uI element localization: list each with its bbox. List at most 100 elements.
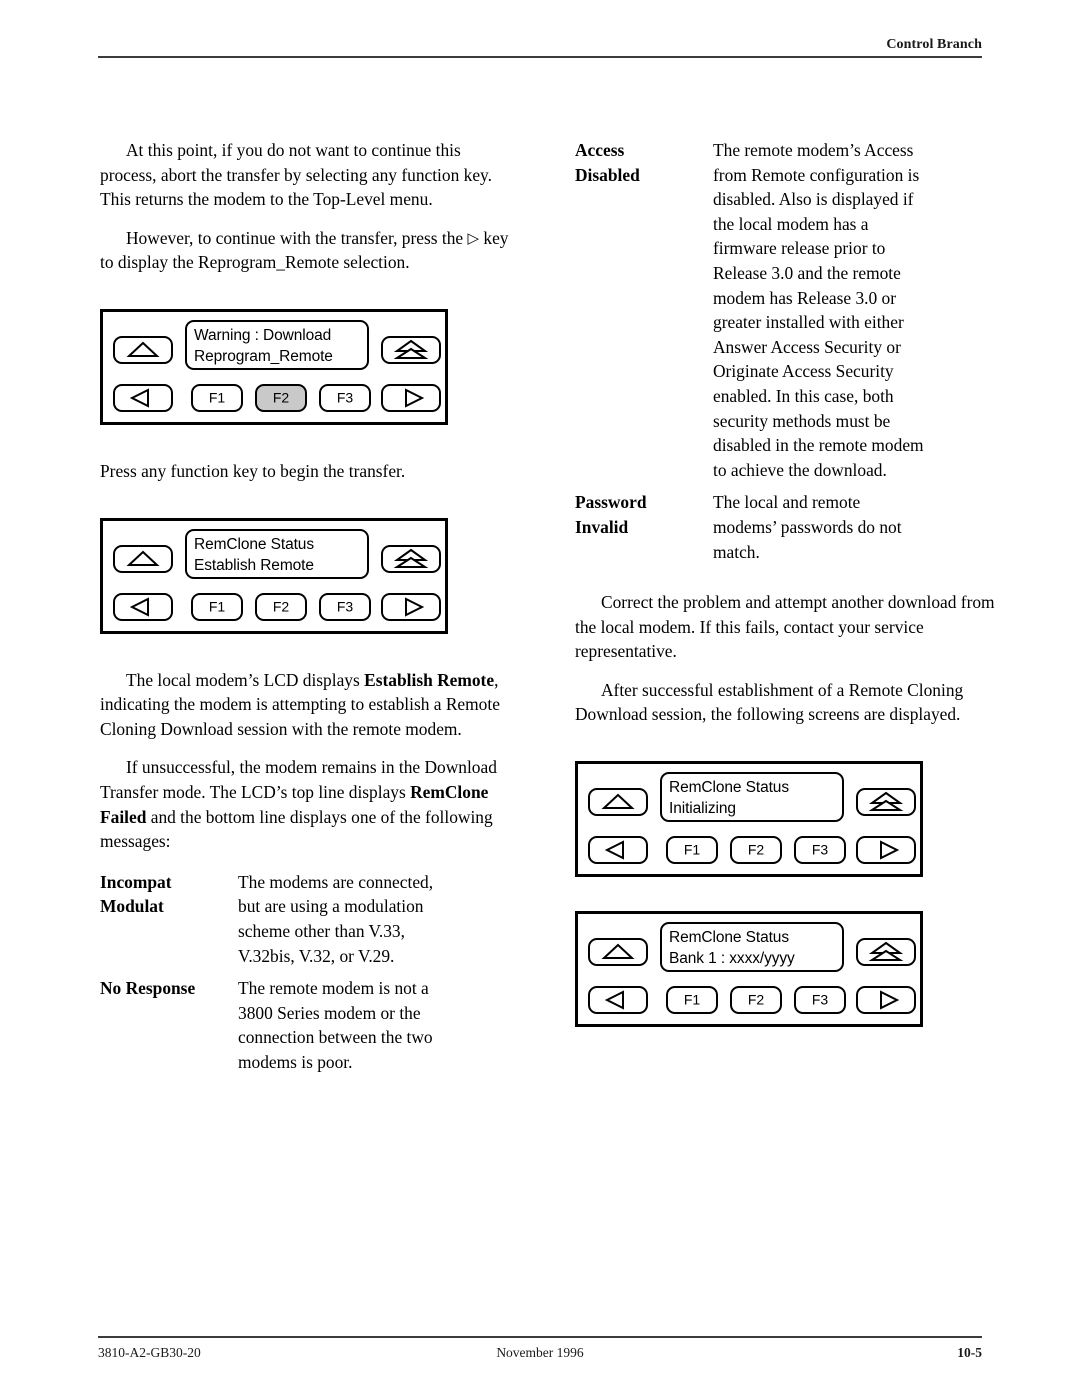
message-description-line: The local and remote bbox=[713, 492, 861, 513]
message-description-line: 3800 Series modem or the bbox=[238, 1002, 421, 1023]
f2-button[interactable]: F2 bbox=[730, 836, 782, 865]
paragraph-correct-problem: Correct the problem and attempt another … bbox=[575, 592, 995, 662]
left-arrow-button[interactable] bbox=[113, 592, 173, 621]
eject-button[interactable] bbox=[856, 938, 916, 967]
figure-modem-panel-initializing: RemClone Status Initializing F1 F2 F3 bbox=[575, 761, 995, 878]
f2-button-label: F2 bbox=[747, 991, 765, 1008]
up-arrow-button[interactable] bbox=[113, 544, 173, 573]
message-description-line: greater installed with either bbox=[713, 312, 904, 333]
f3-button[interactable]: F3 bbox=[319, 592, 371, 621]
left-arrow-button[interactable] bbox=[113, 383, 173, 412]
message-description-line: The remote modem’s Access bbox=[713, 140, 914, 160]
page-header: Control Branch bbox=[98, 36, 982, 58]
figure-modem-panel-establish-remote: RemClone Status Establish Remote F1 F2 F… bbox=[100, 517, 520, 634]
lcd-line-2: Bank 1 : xxxx/yyyy bbox=[669, 950, 795, 968]
modem-front-panel: RemClone Status Initializing F1 F2 F3 bbox=[575, 761, 923, 878]
message-term: Password Invalid bbox=[575, 490, 713, 539]
left-arrow-button[interactable] bbox=[588, 836, 648, 865]
f2-button[interactable]: F2 bbox=[255, 592, 307, 621]
header-title: Control Branch bbox=[886, 37, 982, 52]
f1-button-label: F1 bbox=[683, 841, 701, 858]
message-description-line: from Remote configuration is bbox=[713, 164, 920, 185]
lcd-screen: RemClone Status Bank 1 : xxxx/yyyy bbox=[660, 922, 844, 973]
document-page: Control Branch At this point, if you do … bbox=[0, 0, 1080, 1397]
paragraph-unsuccessful: If unsuccessful, the modem remains in th… bbox=[100, 755, 520, 853]
failure-message-list: Incompat Modulat The modems are connecte… bbox=[100, 870, 520, 1075]
f3-button-label: F3 bbox=[336, 389, 354, 406]
figure-modem-panel-warning-download: Warning : Download Reprogram_Remote F1 F… bbox=[100, 308, 520, 425]
right-arrow-button[interactable] bbox=[381, 383, 441, 412]
lcd-screen: Warning : Download Reprogram_Remote bbox=[185, 319, 369, 370]
right-arrow-button[interactable] bbox=[856, 986, 916, 1015]
message-description-line: to achieve the download. bbox=[713, 459, 887, 480]
message-description-line: disabled in the remote modem bbox=[713, 435, 924, 456]
up-triangle-icon bbox=[126, 341, 160, 357]
f1-button-label: F1 bbox=[208, 389, 226, 406]
figure-modem-panel-bank-progress: RemClone Status Bank 1 : xxxx/yyyy F1 F2 bbox=[575, 911, 995, 1028]
up-arrow-button[interactable] bbox=[588, 938, 648, 967]
message-description-line: Answer Access Security or bbox=[713, 336, 901, 357]
message-description-line: connection between the two bbox=[238, 1027, 433, 1048]
double-triangle-eject-icon bbox=[393, 548, 429, 568]
message-description-line: The remote modem is not a bbox=[238, 978, 429, 999]
right-arrow-button[interactable] bbox=[381, 592, 441, 621]
footer-date: November 1996 bbox=[496, 1345, 584, 1360]
right-triangle-icon bbox=[880, 840, 900, 860]
double-triangle-eject-icon bbox=[868, 791, 904, 812]
eject-button[interactable] bbox=[381, 335, 441, 364]
message-description-line: but are using a modulation bbox=[238, 896, 424, 917]
f3-button[interactable]: F3 bbox=[319, 383, 371, 412]
message-term-line: Password bbox=[575, 492, 647, 513]
f2-button-label: F2 bbox=[272, 598, 290, 615]
message-term-line: No Response bbox=[100, 978, 196, 999]
f2-button[interactable]: F2 bbox=[730, 986, 782, 1015]
f3-button[interactable]: F3 bbox=[794, 986, 846, 1015]
f1-button[interactable]: F1 bbox=[666, 836, 718, 865]
lcd-line-1: Warning : Download bbox=[194, 326, 332, 344]
paragraph-continue-transfer: However, to continue with the transfer, … bbox=[100, 226, 520, 275]
message-description-line: The modems are connected, bbox=[238, 871, 434, 892]
up-arrow-button[interactable] bbox=[113, 335, 173, 364]
message-term-line: Access bbox=[575, 140, 625, 160]
double-triangle-eject-icon bbox=[393, 339, 429, 359]
f1-button[interactable]: F1 bbox=[191, 383, 243, 412]
list-item: Incompat Modulat The modems are connecte… bbox=[100, 870, 520, 968]
eject-button[interactable] bbox=[381, 544, 441, 573]
list-item: Access Disabled The remote modem’s Acces… bbox=[575, 138, 995, 482]
double-triangle-eject-icon bbox=[868, 941, 904, 962]
message-description-line: modems is poor. bbox=[238, 1051, 353, 1072]
lcd-screen: RemClone Status Initializing bbox=[660, 772, 844, 823]
up-arrow-button[interactable] bbox=[588, 788, 648, 817]
footer-page-number: 10-5 bbox=[957, 1345, 982, 1360]
message-description-line: firmware release prior to bbox=[713, 238, 886, 259]
f2-button[interactable]: F2 bbox=[255, 383, 307, 412]
message-description-line: disabled. Also is displayed if bbox=[713, 189, 914, 210]
message-term-line: Incompat bbox=[100, 871, 172, 892]
up-triangle-icon bbox=[601, 943, 635, 960]
eject-button[interactable] bbox=[856, 788, 916, 817]
right-arrow-button[interactable] bbox=[856, 836, 916, 865]
f1-button[interactable]: F1 bbox=[666, 986, 718, 1015]
f2-button-label: F2 bbox=[272, 389, 290, 406]
left-arrow-button[interactable] bbox=[588, 986, 648, 1015]
right-triangle-icon: ▷ bbox=[467, 230, 480, 247]
right-triangle-icon bbox=[405, 596, 425, 617]
message-term-line: Modulat bbox=[100, 896, 164, 917]
left-triangle-icon bbox=[129, 596, 149, 617]
message-description-line: modem has Release 3.0 or bbox=[713, 287, 897, 308]
message-term: No Response bbox=[100, 976, 238, 1001]
list-item: No Response The remote modem is not a 38… bbox=[100, 976, 520, 1074]
f3-button[interactable]: F3 bbox=[794, 836, 846, 865]
f2-button-label: F2 bbox=[747, 841, 765, 858]
paragraph-establish-remote: The local modem’s LCD displays Establish… bbox=[100, 668, 520, 742]
lcd-line-2: Initializing bbox=[669, 800, 736, 818]
message-description: The remote modem is not a 3800 Series mo… bbox=[238, 976, 520, 1074]
message-term: Access Disabled bbox=[575, 138, 713, 187]
paragraph-establish-bold: Establish Remote bbox=[364, 669, 495, 690]
f1-button[interactable]: F1 bbox=[191, 592, 243, 621]
f1-button-label: F1 bbox=[683, 991, 701, 1008]
